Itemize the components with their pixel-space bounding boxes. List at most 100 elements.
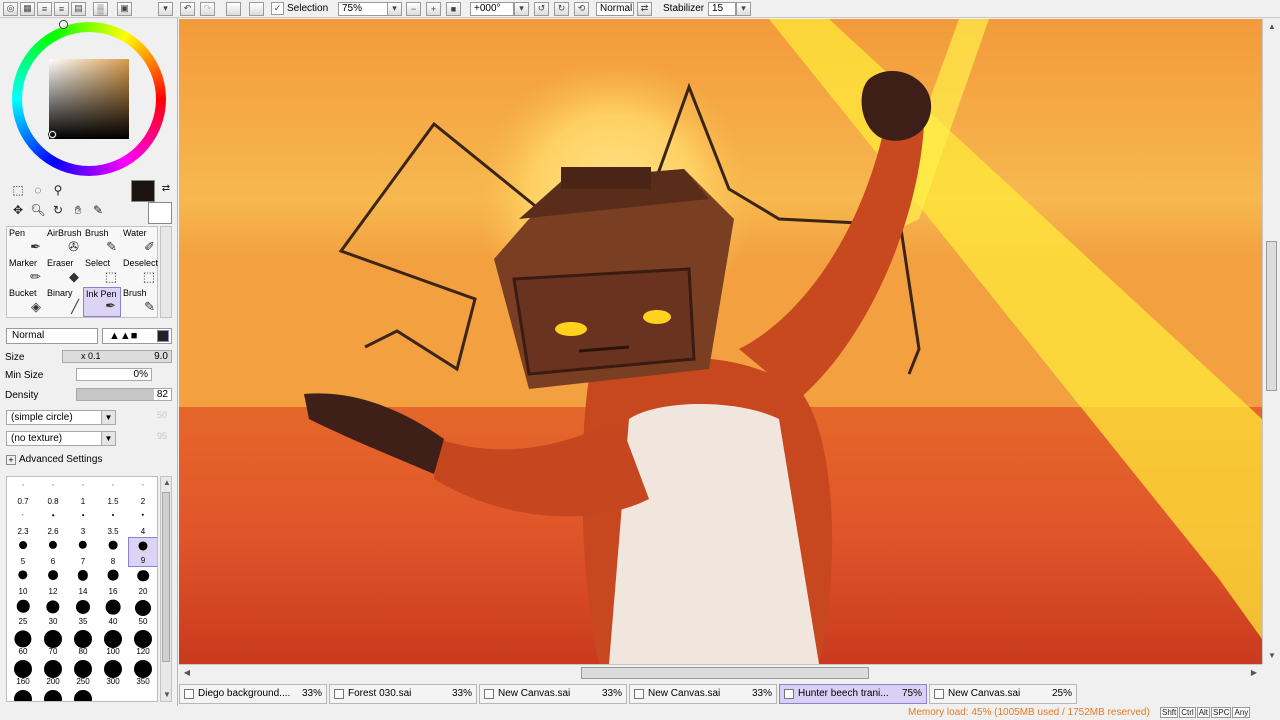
brush-size-0.7[interactable]: 0.7 <box>8 477 38 507</box>
tool-bucket[interactable]: Bucket ◈ <box>7 287 45 317</box>
brush-size-3.5[interactable]: 3.5 <box>98 507 128 537</box>
horizontal-scroll-thumb[interactable] <box>581 667 869 679</box>
brush-texture-select[interactable]: (no texture) ▼ <box>6 431 116 446</box>
panel-toggle-icon[interactable]: ▤ <box>71 1 86 16</box>
vertical-scrollbar[interactable]: ▲ ▼ <box>1262 19 1280 664</box>
size-multiplier[interactable]: x 0.1 <box>81 351 101 362</box>
brush-size-160[interactable]: 160 <box>8 657 38 687</box>
scroll-up-icon[interactable]: ▲ <box>161 477 173 489</box>
panel-toggle-icon[interactable]: ≡ <box>37 1 52 16</box>
brush-size-2[interactable]: 2 <box>128 477 157 507</box>
tool-pen[interactable]: Pen ✒ <box>7 227 45 257</box>
brush-size-100[interactable]: 100 <box>98 627 128 657</box>
brush-size-300[interactable]: 300 <box>98 657 128 687</box>
min-size-slider[interactable]: 0% <box>76 368 152 381</box>
tool-marker[interactable]: Marker ✏ <box>7 257 45 287</box>
brush-size-2.6[interactable]: 2.6 <box>38 507 68 537</box>
brush-size-16[interactable]: 16 <box>98 567 128 597</box>
brush-size-80[interactable]: 80 <box>68 627 98 657</box>
zoom-reset-icon[interactable]: ■ <box>446 1 461 16</box>
primary-color-swatch[interactable] <box>131 180 155 202</box>
color-wheel[interactable] <box>12 21 166 176</box>
swap-colors-icon[interactable]: ⇄ <box>158 180 174 196</box>
redo-icon[interactable]: ↷ <box>200 1 215 16</box>
canvas-tab[interactable]: Diego background.... 33% <box>179 684 327 704</box>
brush-size-6[interactable]: 6 <box>38 537 68 567</box>
brush-size-5[interactable]: 5 <box>8 537 38 567</box>
stabilizer-dropdown-icon[interactable]: ▾ <box>736 1 751 16</box>
zoom-field[interactable]: 75% <box>338 1 388 16</box>
scroll-thumb[interactable] <box>162 492 170 662</box>
move-icon[interactable]: ✥ <box>10 202 26 218</box>
size-slider[interactable]: x 0.1 9.0 <box>62 350 172 363</box>
horizontal-scrollbar[interactable]: ◀ ▶ <box>179 664 1262 682</box>
brush-size-10[interactable]: 10 <box>8 567 38 597</box>
brush-size-20[interactable]: 20 <box>128 567 157 597</box>
scroll-left-icon[interactable]: ◀ <box>181 667 193 679</box>
brush-size-350[interactable]: 350 <box>128 657 157 687</box>
brush-size-70[interactable]: 70 <box>38 627 68 657</box>
rotate-icon[interactable]: ↻ <box>50 202 66 218</box>
brush-size-8[interactable]: 8 <box>98 537 128 567</box>
tool-select[interactable]: Select ⬚ <box>83 257 121 287</box>
rotate-reset-icon[interactable]: ⟲ <box>574 1 589 16</box>
magic-wand-icon[interactable]: ⚲ <box>50 182 66 198</box>
brush-shape-buttons[interactable]: ▲▲■ <box>102 328 172 344</box>
navigator-toggle-icon[interactable]: ▣ <box>117 1 132 16</box>
lasso-icon[interactable]: ◌ <box>30 182 46 198</box>
canvas-tab[interactable]: New Canvas.sai 25% <box>929 684 1077 704</box>
rotate-right-icon[interactable]: ↻ <box>554 1 569 16</box>
brush-size-40[interactable]: 40 <box>98 597 128 627</box>
brush-size-9[interactable]: 9 <box>128 537 157 567</box>
scroll-right-icon[interactable]: ▶ <box>1248 667 1260 679</box>
brush-size-4[interactable]: 4 <box>128 507 157 537</box>
color-wheel-toggle-icon[interactable]: ◎ <box>3 1 18 16</box>
rotate-left-icon[interactable]: ↺ <box>534 1 549 16</box>
tool-airbrush[interactable]: AirBrush ✇ <box>45 227 83 257</box>
brush-size-1.5[interactable]: 1.5 <box>98 477 128 507</box>
saturation-value-square[interactable] <box>49 59 129 139</box>
palette-toggle-icon[interactable]: ▒ <box>93 1 108 16</box>
eyedropper-icon[interactable]: ✎ <box>90 202 106 218</box>
vertical-scroll-thumb[interactable] <box>1266 241 1277 391</box>
brush-size-12[interactable]: 12 <box>38 567 68 597</box>
scroll-down-icon[interactable]: ▼ <box>161 689 173 701</box>
tool-water[interactable]: Water ✐ <box>121 227 159 257</box>
brush-blend-mode-select[interactable]: Normal <box>6 328 98 344</box>
brush-size-25[interactable]: 25 <box>8 597 38 627</box>
tool-brush[interactable]: Brush ✎ <box>83 227 121 257</box>
canvas-tab[interactable]: New Canvas.sai 33% <box>629 684 777 704</box>
brush-size-35[interactable]: 35 <box>68 597 98 627</box>
tool-binary[interactable]: Binary ╱ <box>45 287 83 317</box>
tool-deselect[interactable]: Deselect ⬚ <box>121 257 159 287</box>
tool-grid-scrollbar[interactable] <box>160 226 172 318</box>
canvas-tab[interactable]: Hunter beech trani... 75% <box>779 684 927 704</box>
rect-select-icon[interactable]: ⬚ <box>10 182 26 198</box>
selection-checkbox-icon[interactable]: ✓ <box>271 2 284 15</box>
zoom-in-icon[interactable]: + <box>426 1 441 16</box>
panel-toggle-icon[interactable]: ▦ <box>20 1 35 16</box>
rotation-field[interactable]: +000° <box>470 1 514 16</box>
undo-icon[interactable]: ↶ <box>180 1 195 16</box>
stabilizer-field[interactable]: 15 <box>708 1 736 16</box>
brush-size-120[interactable]: 120 <box>128 627 157 657</box>
zoom-dropdown-icon[interactable]: ▾ <box>387 1 402 16</box>
flip-icon[interactable]: ⇄ <box>637 1 652 16</box>
brush-size-30[interactable]: 30 <box>38 597 68 627</box>
tool-eraser[interactable]: Eraser ◆ <box>45 257 83 287</box>
tool-ink-pen[interactable]: Ink Pen ✒ <box>83 287 121 317</box>
brush-size-14[interactable]: 14 <box>68 567 98 597</box>
panel-toggle-icon[interactable]: ≡ <box>54 1 69 16</box>
scroll-up-icon[interactable]: ▲ <box>1266 21 1278 33</box>
brush-size-60[interactable]: 60 <box>8 627 38 657</box>
brush-size-3[interactable]: 3 <box>68 507 98 537</box>
drawing-canvas[interactable] <box>179 19 1262 664</box>
deselect-icon[interactable] <box>226 1 241 16</box>
brush-size-450[interactable]: 450 <box>38 687 68 701</box>
invert-selection-icon[interactable] <box>249 1 264 16</box>
brush-size-1[interactable]: 1 <box>68 477 98 507</box>
brush-size-500[interactable]: 500 <box>68 687 98 701</box>
brush-size-2.3[interactable]: 2.3 <box>8 507 38 537</box>
advanced-settings-toggle[interactable]: + Advanced Settings <box>6 454 102 465</box>
brush-size-50[interactable]: 50 <box>128 597 157 627</box>
